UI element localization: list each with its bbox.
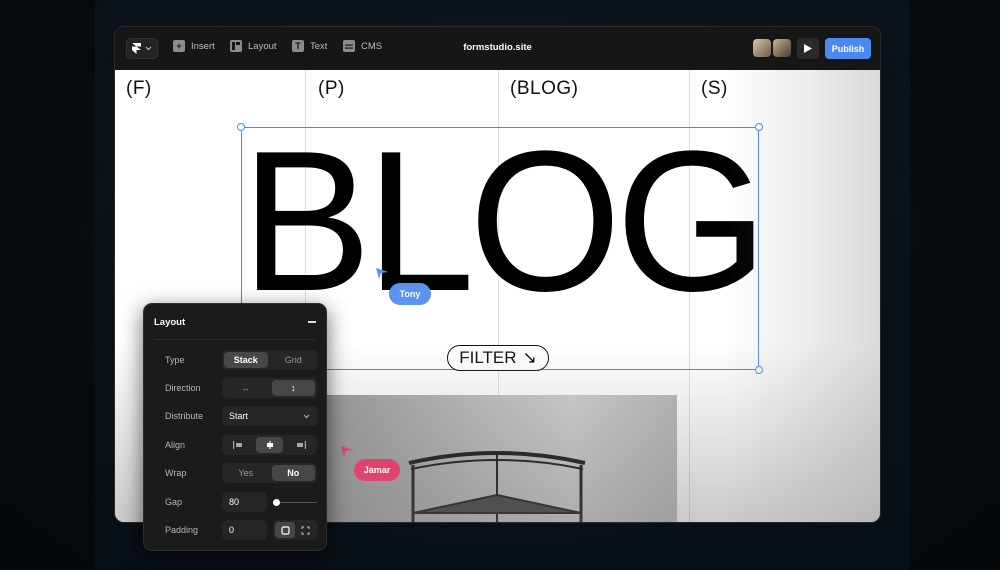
align-label: Align [165,440,186,450]
chevron-down-icon [303,414,310,418]
distribute-row: Distribute Start [165,406,317,426]
padding-individual-icon[interactable] [295,522,315,538]
cursor-arrow-icon [341,446,353,457]
divider [154,339,316,340]
type-option-stack[interactable]: Stack [224,352,268,368]
preview-button[interactable] [797,38,819,59]
plus-icon: + [173,40,185,52]
logo-menu-button[interactable] [126,38,158,59]
type-segmented-control: Stack Grid [222,350,317,370]
database-icon [343,40,355,52]
align-start-icon[interactable] [224,437,252,453]
text-icon: T [292,40,304,52]
wrap-option-yes[interactable]: Yes [224,465,268,481]
distribute-select[interactable]: Start [222,406,317,426]
slider-knob[interactable] [273,498,280,506]
padding-input[interactable]: 0 [222,520,267,540]
avatar[interactable] [773,39,791,57]
cursor-arrow-icon [376,268,388,279]
padding-label: Padding [165,525,199,535]
type-option-grid[interactable]: Grid [272,352,316,368]
layout-panel: Layout Type Stack Grid Direction ↔ ↕ Dis… [143,303,327,551]
wrap-row: Wrap Yes No [165,463,317,483]
gap-row: Gap 80 [165,492,317,512]
distribute-value: Start [229,411,249,421]
type-row: Type Stack Grid [165,350,317,370]
align-center-icon[interactable] [255,437,284,453]
site-title[interactable]: formstudio.site [463,42,532,53]
gap-input[interactable]: 80 [222,492,267,512]
chevron-down-icon [145,46,152,51]
direction-row: Direction ↔ ↕ [165,378,317,398]
gap-slider[interactable] [273,492,317,512]
play-icon [804,44,812,53]
padding-uniform-icon[interactable] [275,522,295,538]
collaborator-label-jamar: Jamar [354,459,400,481]
avatar[interactable] [753,39,771,57]
publish-button[interactable]: Publish [825,38,871,59]
wrap-segmented-control: Yes No [222,463,317,483]
nav-item-s[interactable]: (S) [701,78,728,100]
filter-label: FILTER [459,348,517,367]
collaborator-label-tony: Tony [389,283,431,305]
insert-label: Insert [191,40,215,52]
direction-vertical-icon[interactable]: ↕ [271,380,315,396]
type-label: Type [165,355,185,365]
direction-horizontal-icon[interactable]: ↔ [224,380,268,396]
padding-mode-toggle [273,520,317,540]
nav-item-blog[interactable]: (BLOG) [510,78,578,100]
align-end-icon[interactable] [287,437,315,453]
layout-panel-title: Layout [154,316,186,328]
distribute-label: Distribute [165,411,204,421]
layout-button[interactable]: Layout [230,40,277,52]
top-toolbar: + Insert Layout T Text CMS formstudio.si… [115,27,880,70]
wrap-label: Wrap [165,468,187,478]
wrap-option-no[interactable]: No [271,465,315,481]
resize-handle[interactable] [755,366,763,374]
nav-item-p[interactable]: (P) [318,78,345,100]
resize-handle[interactable] [755,123,763,131]
layout-label: Layout [248,40,277,52]
cms-label: CMS [361,40,383,52]
align-row: Align [165,435,317,455]
filter-button[interactable]: FILTER ↘ [447,345,549,371]
padding-row: Padding 0 [165,520,317,540]
insert-button[interactable]: + Insert [173,40,215,52]
text-button[interactable]: T Text [292,40,327,52]
arrow-down-right-icon: ↘ [522,348,537,367]
gap-label: Gap [165,497,183,507]
layout-icon [230,40,242,52]
nav-item-f[interactable]: (F) [126,78,152,100]
minus-icon[interactable] [308,321,316,323]
align-segmented-control [222,435,317,455]
resize-handle[interactable] [237,123,245,131]
framer-logo-icon [132,43,141,54]
text-label: Text [310,40,328,52]
cms-button[interactable]: CMS [343,40,382,52]
direction-label: Direction [165,383,201,393]
direction-segmented-control: ↔ ↕ [222,378,317,398]
